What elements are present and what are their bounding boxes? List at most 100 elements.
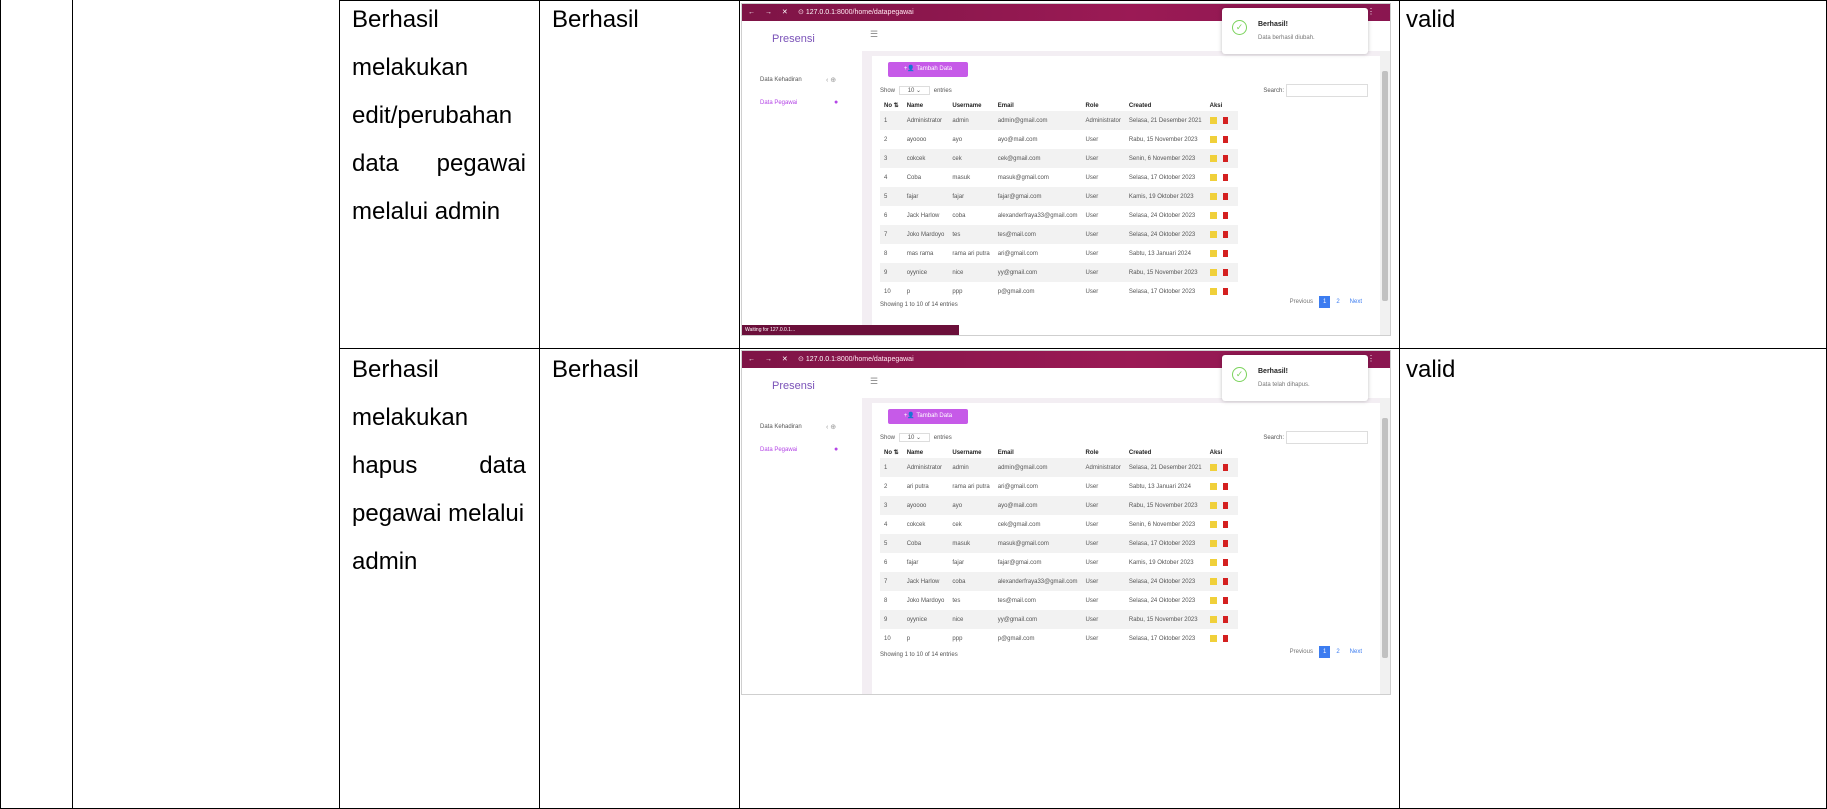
column-header-no[interactable]: No ⇅ bbox=[880, 100, 903, 111]
address-bar[interactable]: ⊙ 127.0.0.1:8000/home/datapegawai bbox=[798, 8, 914, 16]
cell-email: tes@mail.com bbox=[993, 225, 1082, 244]
column-header-role[interactable]: Role bbox=[1082, 447, 1125, 458]
pagination-page-1[interactable]: 1 bbox=[1318, 296, 1331, 308]
app-brand[interactable]: Presensi bbox=[772, 33, 815, 45]
edit-icon[interactable] bbox=[1209, 634, 1217, 642]
edit-icon[interactable] bbox=[1209, 615, 1217, 623]
edit-icon[interactable] bbox=[1209, 211, 1217, 219]
pagination-page-1[interactable]: 1 bbox=[1318, 646, 1331, 658]
edit-icon[interactable] bbox=[1209, 501, 1217, 509]
table-column-divider bbox=[339, 0, 340, 809]
pagination-previous[interactable]: Previous bbox=[1286, 646, 1317, 658]
edit-icon[interactable] bbox=[1209, 539, 1217, 547]
edit-icon[interactable] bbox=[1209, 116, 1217, 124]
app-brand[interactable]: Presensi bbox=[772, 380, 815, 392]
toast-message: Data telah dihapus. bbox=[1258, 382, 1310, 388]
trash-icon[interactable] bbox=[1222, 501, 1228, 509]
edit-icon[interactable] bbox=[1209, 463, 1217, 471]
column-header-email[interactable]: Email bbox=[994, 447, 1082, 458]
hamburger-icon[interactable]: ☰ bbox=[870, 29, 878, 40]
pagination-previous[interactable]: Previous bbox=[1286, 296, 1317, 308]
search-input[interactable] bbox=[1286, 84, 1368, 97]
address-bar[interactable]: ⊙ 127.0.0.1:8000/home/datapegawai bbox=[798, 355, 914, 363]
edit-icon[interactable] bbox=[1209, 173, 1217, 181]
scrollbar[interactable] bbox=[1380, 51, 1390, 335]
column-header-username[interactable]: Username bbox=[948, 100, 993, 111]
cell-created: Selasa, 21 Desember 2021 bbox=[1124, 458, 1206, 477]
edit-icon[interactable] bbox=[1209, 268, 1217, 276]
edit-icon[interactable] bbox=[1209, 577, 1217, 585]
trash-icon[interactable] bbox=[1222, 268, 1228, 276]
trash-icon[interactable] bbox=[1222, 482, 1228, 490]
cell-aksi bbox=[1206, 629, 1238, 648]
cell-role: User bbox=[1081, 263, 1125, 282]
trash-icon[interactable] bbox=[1222, 558, 1228, 566]
trash-icon[interactable] bbox=[1222, 287, 1228, 295]
add-data-button[interactable]: +👤 Tambah Data bbox=[888, 409, 968, 424]
browser-status-bar: Waiting for 127.0.0.1... bbox=[742, 325, 959, 335]
pagination-page-2[interactable]: 2 bbox=[1332, 646, 1343, 658]
scrollbar-thumb[interactable] bbox=[1382, 418, 1388, 658]
search-input[interactable] bbox=[1286, 431, 1368, 444]
row-2-status: valid bbox=[1406, 356, 1456, 383]
column-header-created[interactable]: Created bbox=[1125, 447, 1206, 458]
trash-icon[interactable] bbox=[1222, 463, 1228, 471]
sidebar-item-data-kehadiran[interactable]: Data Kehadiran bbox=[760, 424, 802, 430]
entries-select[interactable]: 10 ⌄ bbox=[898, 86, 931, 95]
trash-icon[interactable] bbox=[1222, 192, 1228, 200]
edit-icon[interactable] bbox=[1209, 192, 1217, 200]
trash-icon[interactable] bbox=[1222, 596, 1228, 604]
cell-no: 8 bbox=[884, 250, 888, 257]
column-header-created[interactable]: Created bbox=[1125, 100, 1206, 111]
trash-icon[interactable] bbox=[1222, 173, 1228, 181]
pagination-next[interactable]: Next bbox=[1346, 296, 1366, 308]
edit-icon[interactable] bbox=[1209, 135, 1217, 143]
trash-icon[interactable] bbox=[1222, 520, 1228, 528]
row-2-description: Berhasil melakukan hapus data pegawai me… bbox=[352, 346, 526, 586]
trash-icon[interactable] bbox=[1222, 211, 1228, 219]
edit-icon[interactable] bbox=[1209, 287, 1217, 295]
column-header-email[interactable]: Email bbox=[994, 100, 1082, 111]
trash-icon[interactable] bbox=[1222, 634, 1228, 642]
browser-nav-icons[interactable]: ← → ✕ bbox=[748, 355, 792, 363]
column-header-role[interactable]: Role bbox=[1082, 100, 1125, 111]
trash-icon[interactable] bbox=[1222, 539, 1228, 547]
trash-icon[interactable] bbox=[1222, 230, 1228, 238]
column-header-name[interactable]: Name bbox=[903, 100, 949, 111]
description-line: data pegawai bbox=[352, 140, 526, 188]
trash-icon[interactable] bbox=[1222, 154, 1228, 162]
edit-icon[interactable] bbox=[1209, 558, 1217, 566]
main-content: +👤 Tambah Data Show 10 ⌄ entries Search:… bbox=[862, 51, 1390, 335]
sidebar-item-data-pegawai[interactable]: Data Pegawai bbox=[760, 447, 797, 453]
edit-icon[interactable] bbox=[1209, 596, 1217, 604]
trash-icon[interactable] bbox=[1222, 116, 1228, 124]
edit-icon[interactable] bbox=[1209, 482, 1217, 490]
column-header-username[interactable]: Username bbox=[948, 447, 993, 458]
edit-icon[interactable] bbox=[1209, 230, 1217, 238]
cell-role: User bbox=[1085, 559, 1099, 566]
column-header-name[interactable]: Name bbox=[903, 447, 949, 458]
trash-icon[interactable] bbox=[1222, 135, 1228, 143]
cell-email: admin@gmail.com bbox=[993, 111, 1082, 130]
sidebar-item-data-pegawai[interactable]: Data Pegawai bbox=[760, 100, 797, 106]
browser-nav-icons[interactable]: ← → ✕ bbox=[748, 8, 792, 16]
entries-select[interactable]: 10 ⌄ bbox=[898, 433, 931, 442]
add-data-button[interactable]: +👤 Tambah Data bbox=[888, 62, 968, 77]
edit-icon[interactable] bbox=[1209, 249, 1217, 257]
trash-icon[interactable] bbox=[1222, 577, 1228, 585]
scrollbar-thumb[interactable] bbox=[1382, 71, 1388, 301]
sidebar-item-data-kehadiran[interactable]: Data Kehadiran bbox=[760, 77, 802, 83]
table-row: 4 Coba masuk masuk@gmail.com User Selasa, 17 … bbox=[880, 168, 1238, 187]
cell-email: cek@gmail.com bbox=[993, 149, 1082, 168]
pagination-page-2[interactable]: 2 bbox=[1332, 296, 1343, 308]
hamburger-icon[interactable]: ☰ bbox=[870, 376, 878, 387]
trash-icon[interactable] bbox=[1222, 249, 1228, 257]
trash-icon[interactable] bbox=[1222, 615, 1228, 623]
entries-select-value: 10 bbox=[907, 435, 915, 441]
edit-icon[interactable] bbox=[1209, 154, 1217, 162]
edit-icon[interactable] bbox=[1209, 520, 1217, 528]
column-header-no[interactable]: No ⇅ bbox=[880, 447, 903, 458]
pagination: Previous 1 2 Next bbox=[1284, 296, 1366, 308]
pagination-next[interactable]: Next bbox=[1346, 646, 1366, 658]
scrollbar[interactable] bbox=[1380, 398, 1390, 694]
